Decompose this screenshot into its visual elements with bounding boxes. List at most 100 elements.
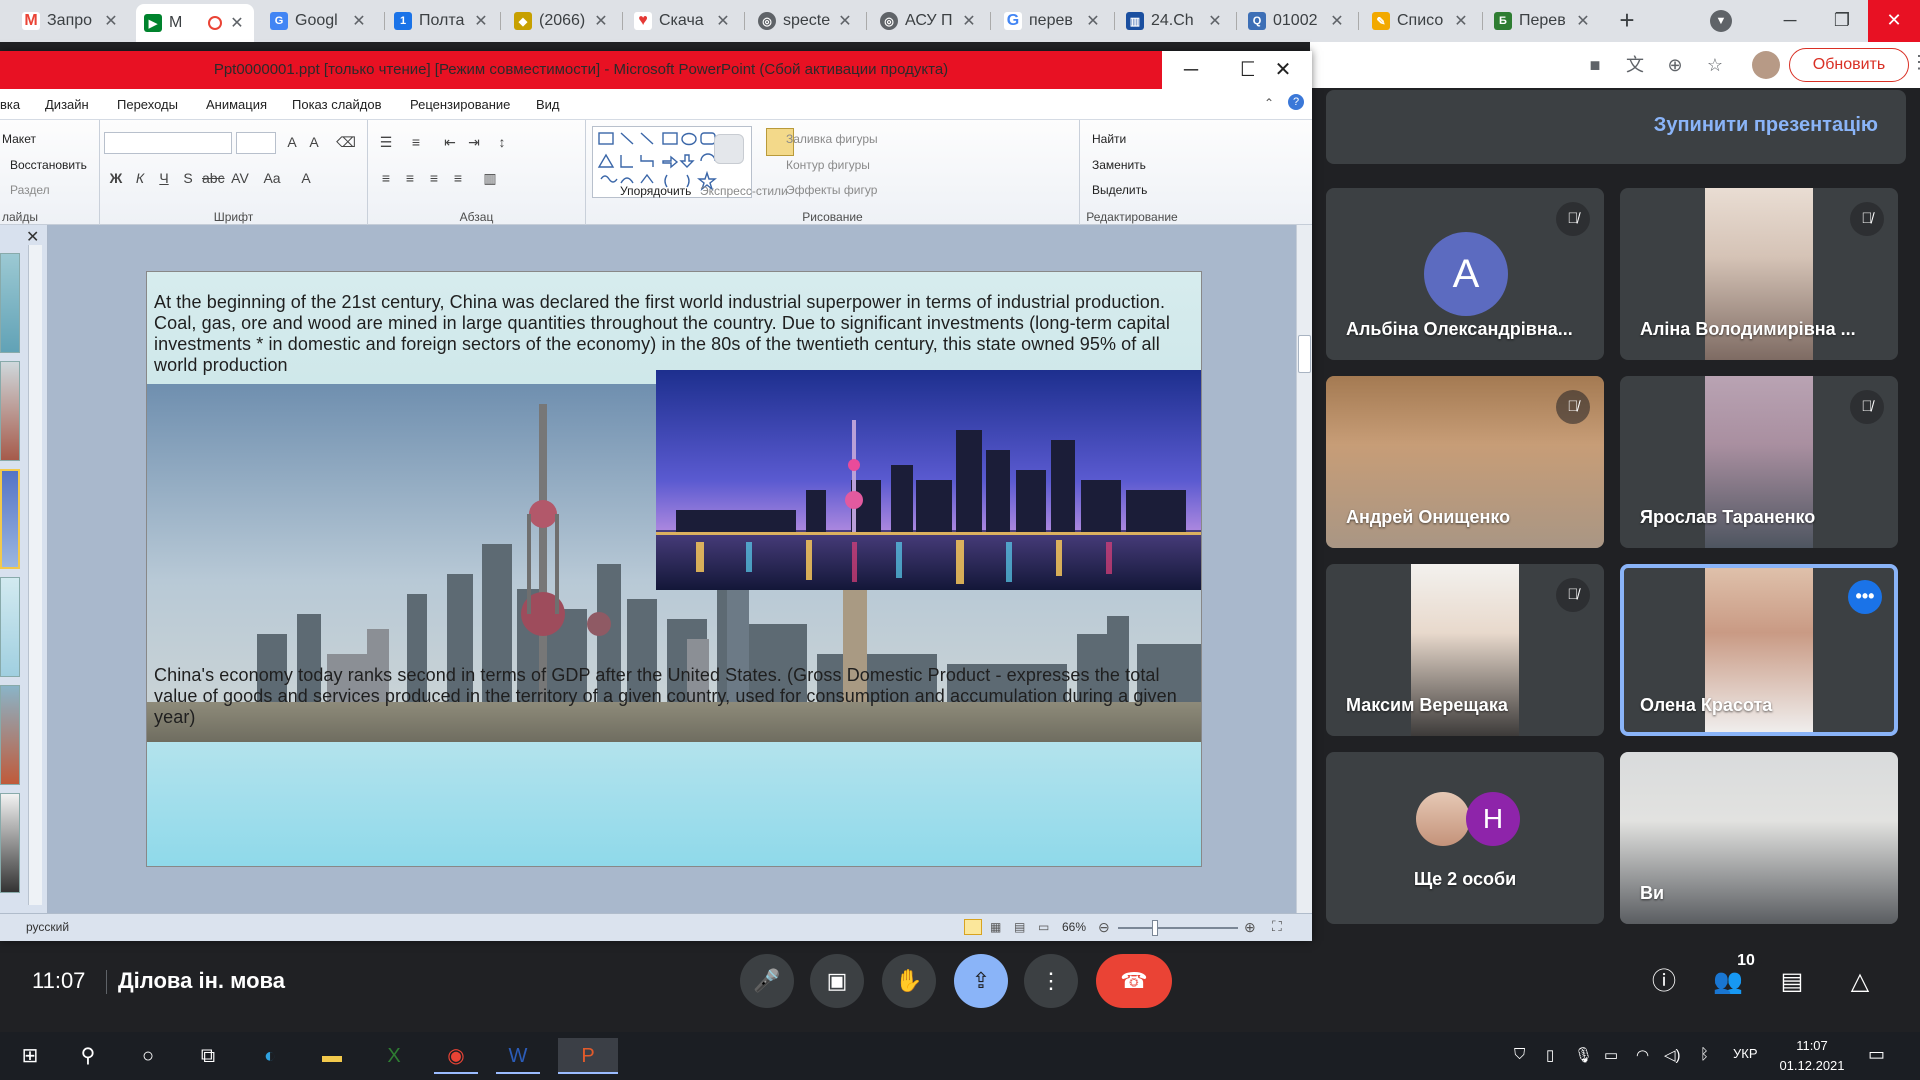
raise-hand-button[interactable]: ✋: [882, 954, 936, 1008]
normal-view-icon[interactable]: [964, 919, 982, 935]
participant-tile[interactable]: Ви: [1620, 752, 1898, 924]
justify-icon[interactable]: ≡: [448, 170, 468, 186]
tab-translate-search[interactable]: G перев ✕: [996, 4, 1110, 38]
layout-button[interactable]: Макет: [2, 132, 36, 146]
cortana-button[interactable]: ○: [126, 1038, 170, 1074]
chat-button[interactable]: ▤: [1772, 962, 1812, 1002]
tab-insert[interactable]: вка: [0, 97, 20, 112]
zoom-icon[interactable]: ⊕: [1662, 52, 1688, 78]
usb-icon[interactable]: ▯: [1546, 1046, 1554, 1064]
numbering-icon[interactable]: ≡: [406, 134, 426, 150]
mic-tray-icon[interactable]: 🎙: [1574, 1046, 1593, 1064]
language-indicator[interactable]: русский: [26, 920, 69, 934]
meeting-details-button[interactable]: ⓘ: [1644, 962, 1684, 1002]
underline-icon[interactable]: Ч: [154, 170, 174, 186]
close-icon[interactable]: ✕: [1574, 11, 1592, 31]
align-right-icon[interactable]: ≡: [424, 170, 444, 186]
activities-button[interactable]: △: [1840, 962, 1880, 1002]
tab-gmail[interactable]: M Запро ✕: [14, 4, 128, 38]
shape-effects-button[interactable]: Эффекты фигур: [786, 183, 877, 197]
close-icon[interactable]: ✕: [102, 11, 120, 31]
font-color-icon[interactable]: A: [296, 170, 316, 186]
close-icon[interactable]: ✕: [592, 11, 610, 31]
volume-icon[interactable]: ◁): [1664, 1046, 1681, 1064]
powerpoint-app[interactable]: P: [558, 1038, 618, 1074]
quick-styles-button[interactable]: Экспресс-стили: [700, 184, 788, 198]
close-window-button[interactable]: ✕: [1868, 0, 1920, 42]
tab-review[interactable]: Рецензирование: [410, 97, 510, 112]
edge-app[interactable]: ◐: [248, 1038, 292, 1074]
close-panel-icon[interactable]: ✕: [26, 227, 39, 247]
section-button[interactable]: Раздел: [10, 183, 50, 197]
participant-tile[interactable]: ••• Олена Красота: [1620, 564, 1898, 736]
participant-tile[interactable]: 🎙̸ Андрей Онищенко: [1326, 376, 1604, 548]
close-icon[interactable]: ✕: [714, 11, 732, 31]
fit-slide-icon[interactable]: ⛶: [1272, 918, 1282, 935]
bookmark-star-icon[interactable]: ☆: [1702, 52, 1728, 78]
security-icon[interactable]: ⛉: [1514, 1046, 1525, 1063]
start-button[interactable]: ⊞: [8, 1038, 52, 1074]
battery-icon[interactable]: ▭: [1604, 1046, 1618, 1064]
tab-slideshow[interactable]: Показ слайдов: [292, 97, 382, 112]
reset-button[interactable]: Восстановить: [10, 158, 87, 172]
zoom-out-icon[interactable]: ⊖: [1098, 919, 1110, 936]
close-icon[interactable]: ✕: [1206, 11, 1224, 31]
slide-thumbnail[interactable]: [0, 361, 20, 461]
chrome-app[interactable]: ◉: [434, 1038, 478, 1074]
close-icon[interactable]: ✕: [1084, 11, 1102, 31]
tab-search-icon[interactable]: ▼: [1710, 10, 1732, 32]
tab-view[interactable]: Вид: [536, 97, 560, 112]
tab-24ch[interactable]: ▥ 24.Ch ✕: [1118, 4, 1232, 38]
slide-scrollbar[interactable]: [1296, 225, 1312, 913]
case-icon[interactable]: Aa: [262, 170, 282, 186]
help-icon[interactable]: ?: [1288, 94, 1304, 110]
shadow-icon[interactable]: S: [178, 170, 198, 186]
slide-sorter-icon[interactable]: ▦: [990, 920, 1001, 934]
slide-text-bottom[interactable]: China's economy today ranks second in te…: [154, 665, 1190, 728]
collapse-ribbon-icon[interactable]: ⌃: [1264, 96, 1274, 110]
zoom-level[interactable]: 66%: [1062, 920, 1086, 934]
new-tab-button[interactable]: +: [1612, 6, 1642, 36]
close-icon[interactable]: ✕: [350, 11, 368, 31]
update-button[interactable]: Обновить: [1789, 48, 1909, 82]
camera-button[interactable]: ▣: [810, 954, 864, 1008]
decrease-indent-icon[interactable]: ⇤: [440, 134, 460, 151]
minimize-button[interactable]: ─: [1764, 0, 1816, 42]
ppt-close-button[interactable]: ✕: [1254, 51, 1312, 89]
notifications-icon[interactable]: ▭: [1868, 1044, 1885, 1065]
zoom-in-icon[interactable]: ⊕: [1244, 919, 1256, 936]
close-icon[interactable]: ✕: [1328, 11, 1346, 31]
slide-text-top[interactable]: At the beginning of the 21st century, Ch…: [154, 292, 1184, 376]
participant-tile[interactable]: A 🎙̸ Альбіна Олександрівна...: [1326, 188, 1604, 360]
chrome-menu-icon[interactable]: ⋮: [1910, 52, 1920, 73]
font-name-combobox[interactable]: [104, 132, 232, 154]
tab-google-translate[interactable]: G Googl ✕: [262, 4, 376, 38]
thumbnail-scrollbar[interactable]: [28, 245, 42, 905]
mic-button[interactable]: 🎤: [740, 954, 794, 1008]
close-icon[interactable]: ✕: [1452, 11, 1470, 31]
tab-design[interactable]: Дизайн: [45, 97, 89, 112]
input-language[interactable]: УКР: [1733, 1046, 1758, 1061]
slide-canvas[interactable]: At the beginning of the 21st century, Ch…: [146, 271, 1202, 867]
bullets-icon[interactable]: ☰: [376, 134, 396, 151]
font-size-combobox[interactable]: [236, 132, 276, 154]
slide-thumbnail-selected[interactable]: [0, 469, 20, 569]
line-spacing-icon[interactable]: ↕: [492, 134, 512, 150]
shrink-font-icon[interactable]: A: [304, 134, 324, 150]
excel-app[interactable]: X: [372, 1038, 416, 1074]
participant-tile[interactable]: Н Ще 2 особи: [1326, 752, 1604, 924]
close-icon[interactable]: ✕: [960, 11, 978, 31]
columns-icon[interactable]: ▥: [480, 170, 500, 187]
grow-font-icon[interactable]: A: [282, 134, 302, 150]
task-view-button[interactable]: ⧉: [186, 1038, 230, 1074]
close-icon[interactable]: ✕: [836, 11, 854, 31]
tab-poltava[interactable]: 1 Полта ✕: [386, 4, 498, 38]
participant-tile[interactable]: 🎙̸ Ярослав Тараненко: [1620, 376, 1898, 548]
translate-icon[interactable]: 文: [1622, 52, 1648, 78]
tab-meet[interactable]: ▶ М ✕: [136, 4, 254, 42]
tab-perev[interactable]: Б Перев ✕: [1486, 4, 1600, 38]
zoom-slider[interactable]: [1118, 927, 1238, 929]
tab-2066[interactable]: ◆ (2066) ✕: [506, 4, 618, 38]
explorer-app[interactable]: ▬: [310, 1038, 354, 1074]
spacing-icon[interactable]: AV: [230, 170, 250, 186]
